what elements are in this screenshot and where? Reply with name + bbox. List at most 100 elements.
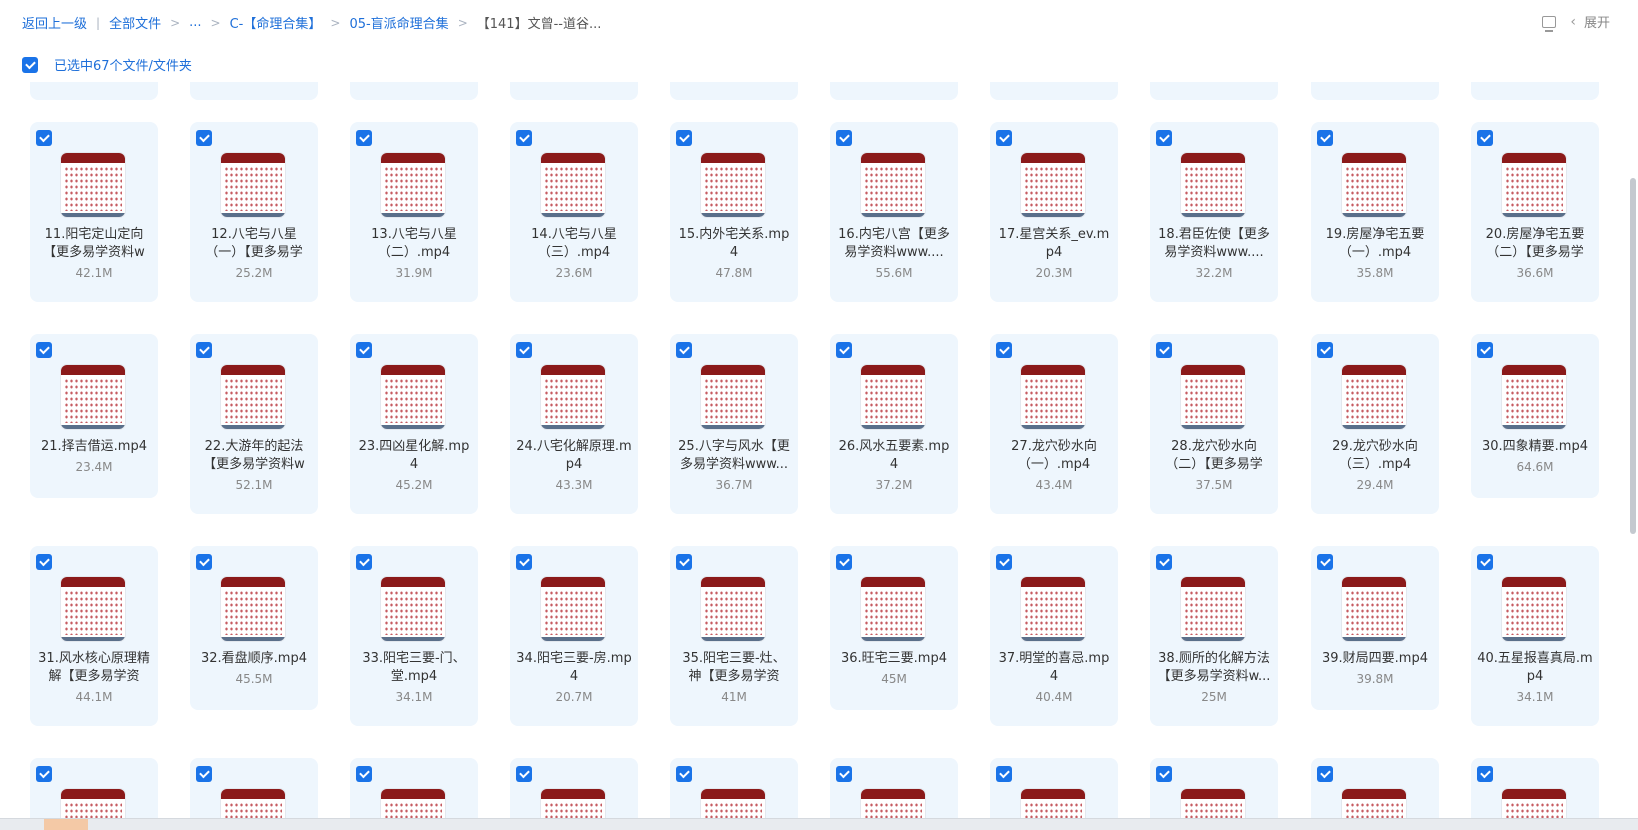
file-checkbox[interactable] (996, 342, 1012, 358)
file-card[interactable]: 28.龙穴砂水向（二）【更多易学 37.5M (1150, 334, 1278, 514)
file-card[interactable]: 17.星宫关系_ev.mp4 20.3M (990, 122, 1118, 302)
file-name[interactable]: 32.看盘顺序.mp4 (196, 650, 312, 668)
file-checkbox[interactable] (356, 130, 372, 146)
file-name[interactable]: 14.八宅与八星（三）.mp4 (516, 226, 632, 262)
file-name[interactable]: 33.阳宅三要-门、堂.mp4 (356, 650, 472, 686)
file-card-partial[interactable] (190, 82, 318, 100)
file-name[interactable]: 35.阳宅三要-灶、神【更多易学资 (676, 650, 792, 686)
file-name[interactable]: 38.厕所的化解方法【更多易学资料w... (1156, 650, 1272, 686)
file-card-partial[interactable] (830, 82, 958, 100)
file-name[interactable]: 30.四象精要.mp4 (1477, 438, 1593, 456)
file-checkbox[interactable] (996, 554, 1012, 570)
file-card[interactable]: 19.房屋净宅五要（一）.mp4 35.8M (1311, 122, 1439, 302)
file-checkbox[interactable] (1317, 766, 1333, 782)
file-name[interactable]: 16.内宅八宫【更多易学资料www.... (836, 226, 952, 262)
file-card-partial[interactable] (510, 82, 638, 100)
video-thumbnail[interactable] (1502, 153, 1566, 217)
file-checkbox[interactable] (676, 130, 692, 146)
video-thumbnail[interactable] (1181, 365, 1245, 429)
file-name[interactable]: 29.龙穴砂水向（三）.mp4 (1317, 438, 1433, 474)
video-thumbnail[interactable] (381, 577, 445, 641)
video-thumbnail[interactable] (221, 577, 285, 641)
file-checkbox[interactable] (516, 342, 532, 358)
file-card-partial[interactable] (990, 758, 1118, 822)
file-checkbox[interactable] (996, 130, 1012, 146)
file-card-partial[interactable] (350, 758, 478, 822)
file-checkbox[interactable] (196, 554, 212, 570)
file-name[interactable]: 39.财局四要.mp4 (1317, 650, 1433, 668)
file-card-partial[interactable] (1150, 82, 1278, 100)
file-name[interactable]: 21.择吉借运.mp4 (36, 438, 152, 456)
file-name[interactable]: 19.房屋净宅五要（一）.mp4 (1317, 226, 1433, 262)
video-thumbnail[interactable] (61, 365, 125, 429)
file-card[interactable]: 24.八宅化解原理.mp4 43.3M (510, 334, 638, 514)
file-card[interactable]: 23.四凶星化解.mp4 45.2M (350, 334, 478, 514)
file-card[interactable]: 37.明堂的喜忌.mp4 40.4M (990, 546, 1118, 726)
video-thumbnail[interactable] (221, 153, 285, 217)
video-thumbnail[interactable] (541, 365, 605, 429)
file-name[interactable]: 36.旺宅三要.mp4 (836, 650, 952, 668)
file-card[interactable]: 31.风水核心原理精解【更多易学资 44.1M (30, 546, 158, 726)
video-thumbnail[interactable] (861, 365, 925, 429)
file-card[interactable]: 14.八宅与八星（三）.mp4 23.6M (510, 122, 638, 302)
file-card[interactable]: 25.八字与风水【更多易学资料www... 36.7M (670, 334, 798, 514)
file-name[interactable]: 11.阳宅定山定向【更多易学资料w (36, 226, 152, 262)
video-thumbnail[interactable] (1181, 153, 1245, 217)
file-checkbox[interactable] (676, 342, 692, 358)
breadcrumb-level2[interactable]: 05-盲派命理合集 (349, 13, 448, 32)
file-checkbox[interactable] (196, 342, 212, 358)
vertical-scrollbar[interactable] (1630, 178, 1636, 534)
file-checkbox[interactable] (36, 130, 52, 146)
expand-button[interactable]: ‹ 展开 (1570, 12, 1610, 32)
back-link[interactable]: 返回上一级 (22, 13, 87, 32)
video-thumbnail[interactable] (1021, 153, 1085, 217)
file-card[interactable]: 18.君臣佐使【更多易学资料www.... 32.2M (1150, 122, 1278, 302)
file-name[interactable]: 27.龙穴砂水向（一）.mp4 (996, 438, 1112, 474)
file-name[interactable]: 34.阳宅三要-房.mp4 (516, 650, 632, 686)
file-checkbox[interactable] (516, 130, 532, 146)
file-card-partial[interactable] (1311, 82, 1439, 100)
file-checkbox[interactable] (1477, 130, 1493, 146)
file-checkbox[interactable] (356, 342, 372, 358)
file-card[interactable]: 29.龙穴砂水向（三）.mp4 29.4M (1311, 334, 1439, 514)
file-card[interactable]: 11.阳宅定山定向【更多易学资料w 42.1M (30, 122, 158, 302)
video-thumbnail[interactable] (861, 153, 925, 217)
file-card-partial[interactable] (990, 82, 1118, 100)
file-name[interactable]: 12.八宅与八星（一）【更多易学 (196, 226, 312, 262)
video-thumbnail[interactable] (1342, 153, 1406, 217)
file-card-partial[interactable] (1471, 82, 1599, 100)
file-checkbox[interactable] (676, 766, 692, 782)
file-card[interactable]: 27.龙穴砂水向（一）.mp4 43.4M (990, 334, 1118, 514)
video-thumbnail[interactable] (1502, 365, 1566, 429)
file-checkbox[interactable] (516, 766, 532, 782)
file-name[interactable]: 20.房屋净宅五要（二）【更多易学 (1477, 226, 1593, 262)
file-name[interactable]: 28.龙穴砂水向（二）【更多易学 (1156, 438, 1272, 474)
file-name[interactable]: 13.八宅与八星（二）.mp4 (356, 226, 472, 262)
file-checkbox[interactable] (836, 342, 852, 358)
video-thumbnail[interactable] (1342, 577, 1406, 641)
file-card[interactable]: 40.五星报喜真局.mp4 34.1M (1471, 546, 1599, 726)
file-checkbox[interactable] (1156, 554, 1172, 570)
file-checkbox[interactable] (1156, 766, 1172, 782)
file-card[interactable]: 15.内外宅关系.mp4 47.8M (670, 122, 798, 302)
file-card[interactable]: 39.财局四要.mp4 39.8M (1311, 546, 1439, 710)
file-card-partial[interactable] (350, 82, 478, 100)
file-card-partial[interactable] (1150, 758, 1278, 822)
file-card[interactable]: 21.择吉借运.mp4 23.4M (30, 334, 158, 498)
file-checkbox[interactable] (1477, 342, 1493, 358)
file-card[interactable]: 38.厕所的化解方法【更多易学资料w... 25M (1150, 546, 1278, 726)
file-card[interactable]: 20.房屋净宅五要（二）【更多易学 36.6M (1471, 122, 1599, 302)
file-checkbox[interactable] (1477, 554, 1493, 570)
video-thumbnail[interactable] (1342, 365, 1406, 429)
file-card-partial[interactable] (510, 758, 638, 822)
file-checkbox[interactable] (356, 766, 372, 782)
video-thumbnail[interactable] (381, 153, 445, 217)
video-thumbnail[interactable] (61, 577, 125, 641)
file-name[interactable]: 25.八字与风水【更多易学资料www... (676, 438, 792, 474)
file-card[interactable]: 13.八宅与八星（二）.mp4 31.9M (350, 122, 478, 302)
video-thumbnail[interactable] (221, 365, 285, 429)
file-card[interactable]: 22.大游年的起法【更多易学资料w 52.1M (190, 334, 318, 514)
taskbar-app-item[interactable] (44, 819, 88, 830)
file-card[interactable]: 36.旺宅三要.mp4 45M (830, 546, 958, 710)
file-checkbox[interactable] (1317, 130, 1333, 146)
